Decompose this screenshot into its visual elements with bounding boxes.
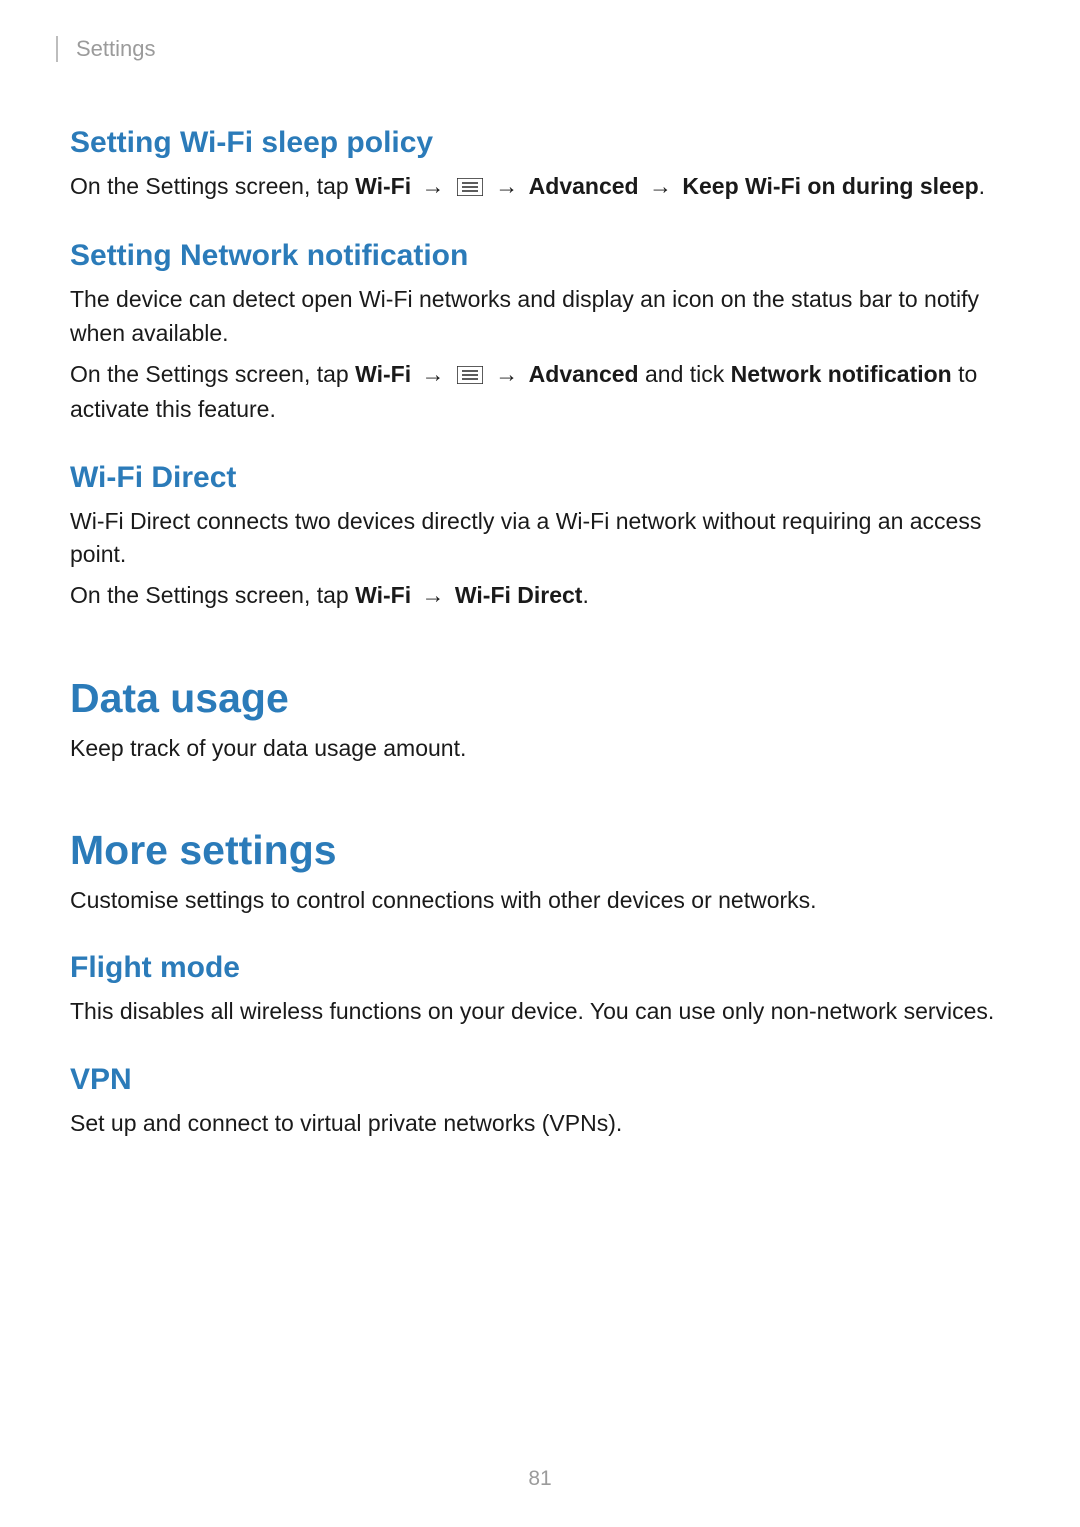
paragraph-netnotif-2: On the Settings screen, tap Wi-Fi → → Ad…	[70, 358, 1010, 427]
text-prefix: On the Settings screen, tap	[70, 173, 355, 199]
text-prefix: On the Settings screen, tap	[70, 361, 355, 387]
arrow-text: →	[411, 361, 455, 387]
bold-network-notification: Network notification	[731, 361, 952, 387]
paragraph-flight-mode: This disables all wireless functions on …	[70, 995, 1010, 1028]
heading-flight-mode: Flight mode	[70, 951, 1010, 985]
bold-wifi: Wi-Fi	[355, 173, 411, 199]
paragraph-wifidirect-1: Wi-Fi Direct connects two devices direct…	[70, 505, 1010, 572]
paragraph-wifi-sleep: On the Settings screen, tap Wi-Fi → → Ad…	[70, 170, 1010, 205]
bold-advanced: Advanced	[529, 173, 639, 199]
arrow-text: →	[485, 361, 529, 387]
heading-network-notification: Setting Network notification	[70, 239, 1010, 273]
arrow-text: →	[411, 173, 455, 199]
arrow-text: →	[485, 173, 529, 199]
text-suffix: .	[582, 582, 588, 608]
page-number: 81	[0, 1467, 1080, 1491]
arrow-text: →	[639, 173, 683, 199]
paragraph-wifidirect-2: On the Settings screen, tap Wi-Fi → Wi-F…	[70, 579, 1010, 612]
paragraph-netnotif-1: The device can detect open Wi-Fi network…	[70, 283, 1010, 350]
header-divider	[56, 36, 58, 62]
bold-wifi: Wi-Fi	[355, 361, 411, 387]
text-mid: and tick	[639, 361, 731, 387]
breadcrumb: Settings	[76, 36, 156, 62]
section-heading-data-usage: Data usage	[70, 675, 1010, 722]
bold-advanced: Advanced	[529, 361, 639, 387]
page-header: Settings	[70, 36, 1010, 62]
text-prefix: On the Settings screen, tap	[70, 582, 355, 608]
paragraph-data-usage: Keep track of your data usage amount.	[70, 732, 1010, 765]
heading-wifi-sleep: Setting Wi-Fi sleep policy	[70, 126, 1010, 160]
section-heading-more-settings: More settings	[70, 827, 1010, 874]
paragraph-more-settings: Customise settings to control connection…	[70, 884, 1010, 917]
paragraph-vpn: Set up and connect to virtual private ne…	[70, 1107, 1010, 1140]
menu-icon	[457, 360, 483, 393]
document-page: Settings Setting Wi-Fi sleep policy On t…	[0, 0, 1080, 1140]
menu-icon	[457, 172, 483, 205]
heading-vpn: VPN	[70, 1063, 1010, 1097]
text-suffix: .	[979, 173, 985, 199]
arrow-text: →	[411, 582, 455, 608]
bold-wifi-direct: Wi-Fi Direct	[455, 582, 583, 608]
heading-wifi-direct: Wi-Fi Direct	[70, 461, 1010, 495]
bold-wifi: Wi-Fi	[355, 582, 411, 608]
bold-keep-wifi: Keep Wi-Fi on during sleep	[682, 173, 978, 199]
